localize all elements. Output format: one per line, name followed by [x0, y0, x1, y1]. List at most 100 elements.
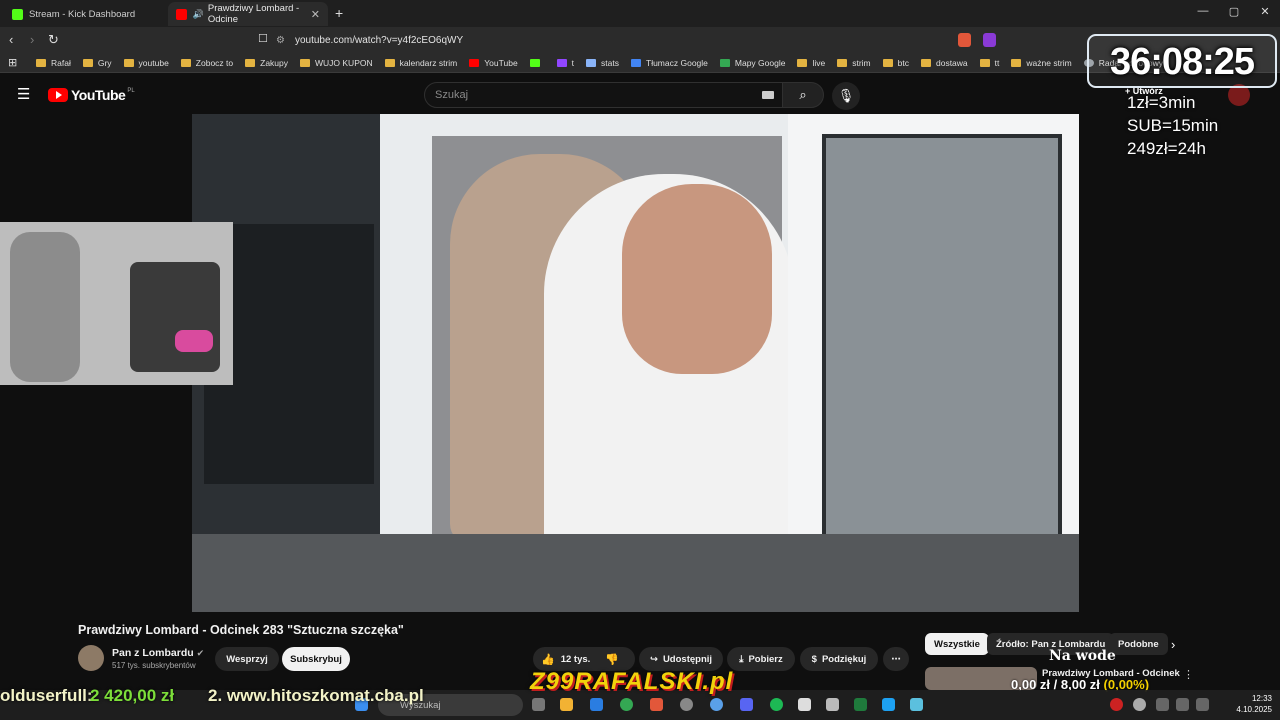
task-view-icon[interactable]	[532, 698, 545, 711]
folder-icon	[180, 58, 191, 67]
thumbs-up-icon[interactable]: 👍	[541, 653, 555, 666]
bookmark-item[interactable]: youtube	[123, 58, 169, 68]
bookmark-item[interactable]: Mapy Google	[719, 58, 785, 68]
chip-all[interactable]: Wszystkie	[925, 633, 989, 655]
kick-icon	[12, 8, 23, 20]
speaker-icon: 🔊	[192, 8, 204, 19]
download-icon: ⤓	[739, 653, 744, 665]
browser-icon[interactable]	[710, 698, 723, 711]
close-tab-icon[interactable]: ✕	[311, 8, 320, 21]
maximize-button[interactable]: ▢	[1219, 5, 1249, 18]
folder-icon	[384, 58, 395, 67]
voice-search-button[interactable]: 🎙	[832, 82, 860, 110]
folder-icon	[245, 58, 256, 67]
new-tab-button[interactable]: +	[335, 5, 343, 21]
tab-youtube-video[interactable]: 🔊 Prawdziwy Lombard - Odcine ✕	[168, 2, 328, 26]
bookmark-item[interactable]: YouTube	[469, 58, 518, 68]
youtube-logo[interactable]: YouTube PL	[48, 87, 135, 103]
bookmark-item[interactable]: Gry	[82, 58, 112, 68]
excel-icon[interactable]	[854, 698, 867, 711]
brave-icon[interactable]	[650, 698, 663, 711]
volume-icon[interactable]	[1176, 698, 1189, 711]
bookmark-icon[interactable]: ☐	[258, 32, 268, 45]
taskbar-clock[interactable]: 12:33 4.10.2025	[1228, 693, 1272, 715]
calculator-icon[interactable]	[826, 698, 839, 711]
search-input[interactable]: Szukaj	[424, 82, 784, 108]
url-text: youtube.com/watch?v=y4f2cEO6qWY	[294, 34, 464, 46]
bookmark-item[interactable]: strim	[837, 58, 871, 68]
twitch-icon	[556, 58, 567, 67]
video-face	[622, 184, 772, 374]
steam-icon[interactable]	[1133, 698, 1146, 711]
subscribe-button[interactable]: Subskrybuj	[282, 647, 350, 671]
chip-related[interactable]: Podobne	[1109, 633, 1168, 655]
forward-icon[interactable]: ›	[30, 32, 34, 47]
donation-ticker-site: 2. www.hitoszkomat.cba.pl	[208, 686, 424, 705]
search-icon: ⌕	[799, 87, 807, 102]
webcam-person	[10, 232, 80, 382]
youtube-icon	[176, 8, 187, 20]
folder-icon	[797, 58, 808, 67]
tray-icon[interactable]	[1110, 698, 1123, 711]
maps-icon	[719, 58, 730, 67]
bookmark-item[interactable]: live	[797, 58, 825, 68]
bookmark-item[interactable]: ważne strim	[1011, 58, 1072, 68]
bookmark-item[interactable]: dostawa	[920, 58, 968, 68]
bookmark-item[interactable]	[529, 58, 545, 67]
bookmark-item[interactable]: kalendarz strim	[384, 58, 457, 68]
bookmark-item[interactable]: Zakupy	[245, 58, 288, 68]
folder-icon	[882, 58, 893, 67]
notepad-icon[interactable]	[910, 698, 923, 711]
keyboard-icon[interactable]	[762, 91, 774, 99]
stats-icon	[586, 58, 597, 67]
obs-icon[interactable]	[680, 698, 693, 711]
rewards-icon[interactable]	[983, 33, 996, 47]
bookmark-item[interactable]: stats	[586, 58, 619, 68]
browser-tab-bar: Stream - Kick Dashboard 🔊 Prawdziwy Lomb…	[0, 0, 1280, 27]
x-icon[interactable]	[882, 698, 895, 711]
folder-icon	[82, 58, 93, 67]
explorer-icon[interactable]	[560, 698, 573, 711]
menu-icon[interactable]: ☰	[17, 85, 30, 103]
close-window-button[interactable]: ✕	[1250, 5, 1280, 18]
channel-avatar[interactable]	[78, 645, 104, 671]
download-button[interactable]: ⤓ Pobierz	[727, 647, 795, 671]
channel-subscribers: 517 tys. subskrybentów	[112, 661, 196, 670]
thanks-icon: $	[811, 653, 817, 665]
verified-icon: ✔	[196, 648, 205, 658]
chrome-icon[interactable]	[620, 698, 633, 711]
tab-kick-dashboard[interactable]: Stream - Kick Dashboard	[4, 2, 164, 26]
folder-icon	[1011, 58, 1022, 67]
youtube-play-icon	[48, 88, 68, 102]
kebab-menu-icon[interactable]: ⋮	[1183, 668, 1194, 681]
reload-icon[interactable]: ↻	[48, 32, 59, 48]
bookmark-item[interactable]: t	[556, 58, 574, 68]
video-player[interactable]	[192, 114, 1079, 612]
bookmark-item[interactable]: btc	[882, 58, 909, 68]
battery-icon[interactable]	[1196, 698, 1209, 711]
bookmark-item[interactable]: WUJO KUPON	[300, 58, 373, 68]
site-info-icon[interactable]: ⚙	[276, 35, 285, 46]
bookmark-item[interactable]: Rafał	[36, 58, 71, 68]
brave-shield-icon[interactable]	[958, 33, 971, 47]
more-actions-button[interactable]: ⋯	[883, 647, 909, 671]
address-bar[interactable]: ⚙ youtube.com/watch?v=y4f2cEO6qWY	[276, 30, 996, 50]
thanks-button[interactable]: $ Podziękuj	[800, 647, 878, 671]
channel-name[interactable]: Pan z Lombardu ✔	[112, 647, 204, 659]
bookmark-item[interactable]: Zobocz to	[180, 58, 233, 68]
store-icon[interactable]	[590, 698, 603, 711]
folder-icon	[920, 58, 931, 67]
apps-grid-icon[interactable]: ⊞	[8, 56, 17, 69]
thumbs-down-icon[interactable]: 👎	[605, 653, 619, 666]
chevron-right-icon[interactable]: ›	[1171, 637, 1175, 652]
discord-icon[interactable]	[740, 698, 753, 711]
spotify-icon[interactable]	[770, 698, 783, 711]
bookmark-item[interactable]: tt	[979, 58, 999, 68]
network-icon[interactable]	[1156, 698, 1169, 711]
bookmark-item[interactable]: Tłumacz Google	[631, 58, 708, 68]
search-button[interactable]: ⌕	[782, 82, 824, 108]
app-icon[interactable]	[798, 698, 811, 711]
support-button[interactable]: Wesprzyj	[215, 647, 279, 671]
back-icon[interactable]: ‹	[9, 32, 13, 47]
minimize-button[interactable]: —	[1188, 5, 1218, 17]
